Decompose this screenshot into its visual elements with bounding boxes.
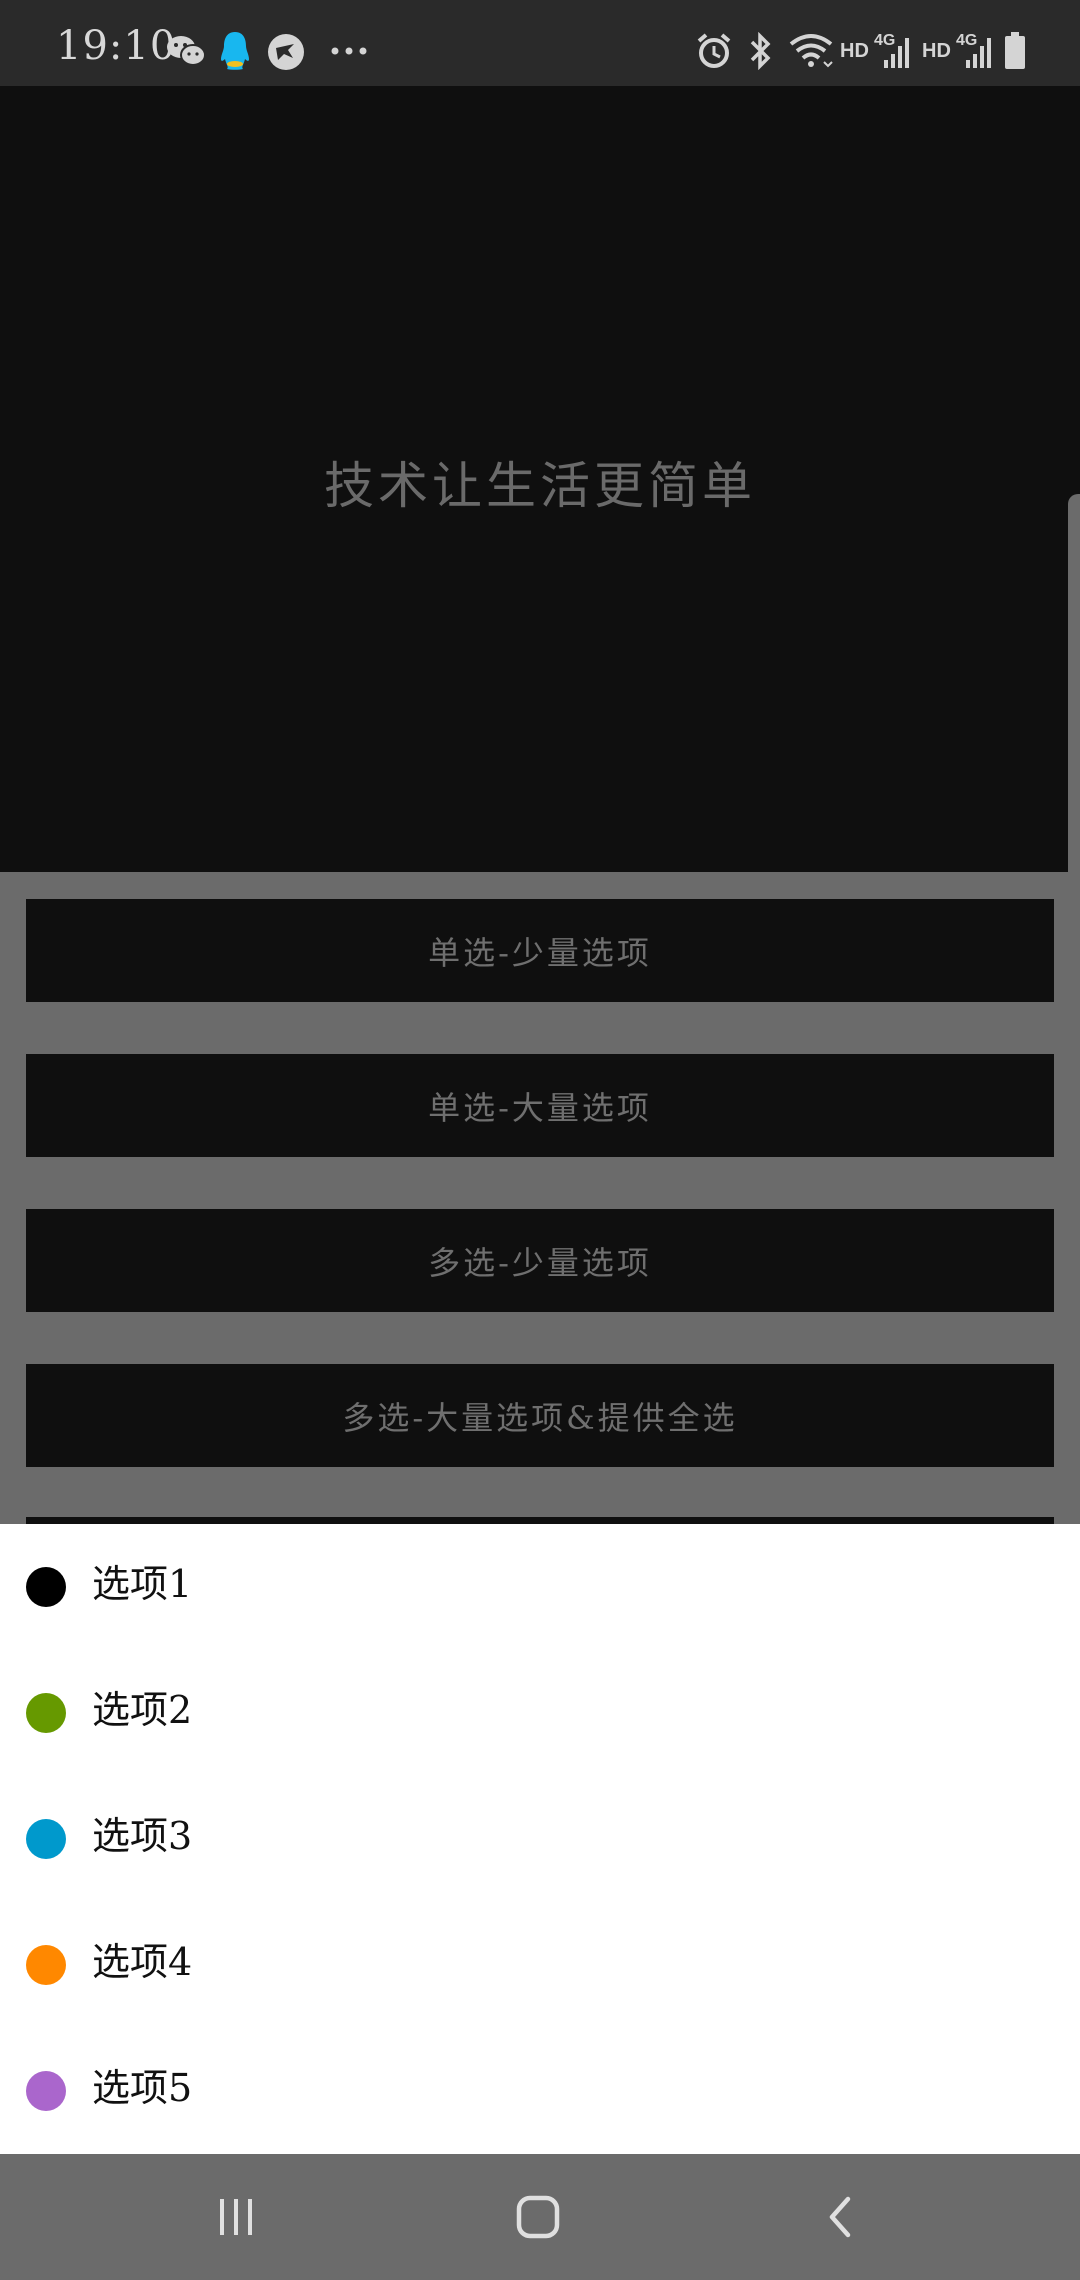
- color-dot: [26, 2071, 66, 2111]
- color-dot: [26, 1945, 66, 1985]
- signal-4g-icon: [884, 38, 909, 68]
- back-button[interactable]: [740, 2154, 940, 2280]
- home-button[interactable]: [438, 2154, 638, 2280]
- hero-title: 技术让生活更简单: [324, 457, 756, 515]
- status-bar: 19:10 HD 4G HD 4G: [0, 0, 1080, 86]
- option-label: 选项4: [92, 1940, 193, 1984]
- app-bird-icon: [268, 34, 304, 70]
- more-dots-icon: [331, 47, 367, 55]
- bottom-sheet: 选项1 选项2 选项3 选项4 选项5: [0, 1524, 1080, 2154]
- color-dot: [26, 1693, 66, 1733]
- color-dot: [26, 1819, 66, 1859]
- recent-apps-button[interactable]: [136, 2154, 336, 2280]
- recent-apps-icon: [220, 2199, 252, 2235]
- bluetooth-icon: [750, 32, 771, 70]
- option-label: 选项3: [92, 1814, 193, 1858]
- wifi-icon: [789, 34, 833, 68]
- partial-button: [26, 1517, 1054, 1524]
- navigation-bar: [0, 2154, 1080, 2280]
- back-icon: [829, 2196, 851, 2238]
- option-item-2[interactable]: 选项2: [0, 1650, 1080, 1776]
- button-list: 单选-少量选项 单选-大量选项 多选-少量选项 多选-大量选项&提供全选: [0, 872, 1080, 1524]
- battery-icon: [1005, 32, 1025, 69]
- signal-4g-icon: [966, 38, 991, 68]
- alarm-icon: [697, 33, 731, 68]
- single-select-few-button[interactable]: 单选-少量选项: [26, 899, 1054, 1002]
- option-item-1[interactable]: 选项1: [0, 1524, 1080, 1650]
- multi-select-many-button[interactable]: 多选-大量选项&提供全选: [26, 1364, 1054, 1467]
- multi-select-few-button[interactable]: 多选-少量选项: [26, 1209, 1054, 1312]
- home-icon: [516, 2195, 560, 2239]
- hd-label: HD: [840, 40, 869, 62]
- qq-icon: [221, 32, 249, 70]
- status-time: 19:10: [56, 23, 177, 69]
- hd-label: HD: [922, 40, 951, 62]
- color-dot: [26, 1567, 66, 1607]
- option-item-5[interactable]: 选项5: [0, 2028, 1080, 2154]
- option-item-3[interactable]: 选项3: [0, 1776, 1080, 1902]
- hero-banner: 技术让生活更简单: [0, 86, 1080, 928]
- single-select-many-button[interactable]: 单选-大量选项: [26, 1054, 1054, 1157]
- option-item-4[interactable]: 选项4: [0, 1902, 1080, 2028]
- option-label: 选项1: [92, 1562, 193, 1606]
- wechat-icon: [167, 36, 206, 66]
- option-label: 选项5: [92, 2066, 193, 2110]
- option-label: 选项2: [92, 1688, 193, 1732]
- scrollbar[interactable]: [1068, 494, 1080, 928]
